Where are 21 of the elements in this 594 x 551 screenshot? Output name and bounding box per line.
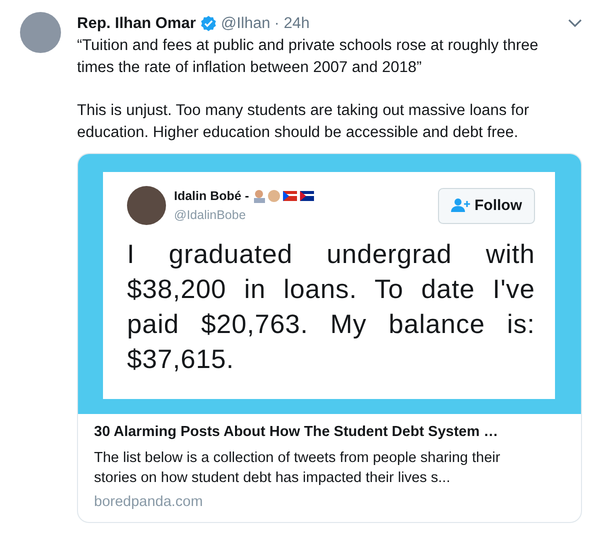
card-description: The list below is a collection of tweets from people sharing their stories on how student debt has impacted their lives s... [94, 449, 502, 488]
flag-icon [300, 191, 314, 202]
tweet-text: This is unjust. Too many students are taking out massive loans for education. Higher education should be accessible and debt free. [77, 101, 530, 144]
card-domain: boredpanda.com [94, 493, 204, 512]
tweet-text: “Tuition and fees at public and private schools rose at roughly three times the rate of inflation between 2007 and 2018” [77, 36, 540, 78]
timestamp[interactable]: · 24h [274, 12, 310, 36]
link-card[interactable] [77, 153, 582, 523]
caret-icon[interactable] [568, 19, 582, 28]
card-title[interactable]: 30 Alarming Posts About How The Student Debt System … [94, 422, 565, 444]
avatar[interactable] [20, 12, 61, 53]
follow-button: Follow [438, 188, 535, 224]
author-handle[interactable]: @Ilhan [220, 12, 270, 36]
avatar [127, 186, 166, 226]
author-name: Idalin Bobé - [174, 188, 249, 205]
add-user-icon [450, 198, 470, 214]
flag-icon [283, 191, 297, 202]
author-handle: @IdalinBobe [174, 206, 247, 224]
author-name[interactable]: Rep. Ilhan Omar [77, 12, 196, 36]
tweet-text: I graduated undergrad with $38,200 in loans. To date I've paid $20,763. My balance is: $37,615. [127, 238, 535, 376]
person-emoji-icon [254, 190, 265, 204]
fist-emoji-icon [268, 190, 280, 202]
